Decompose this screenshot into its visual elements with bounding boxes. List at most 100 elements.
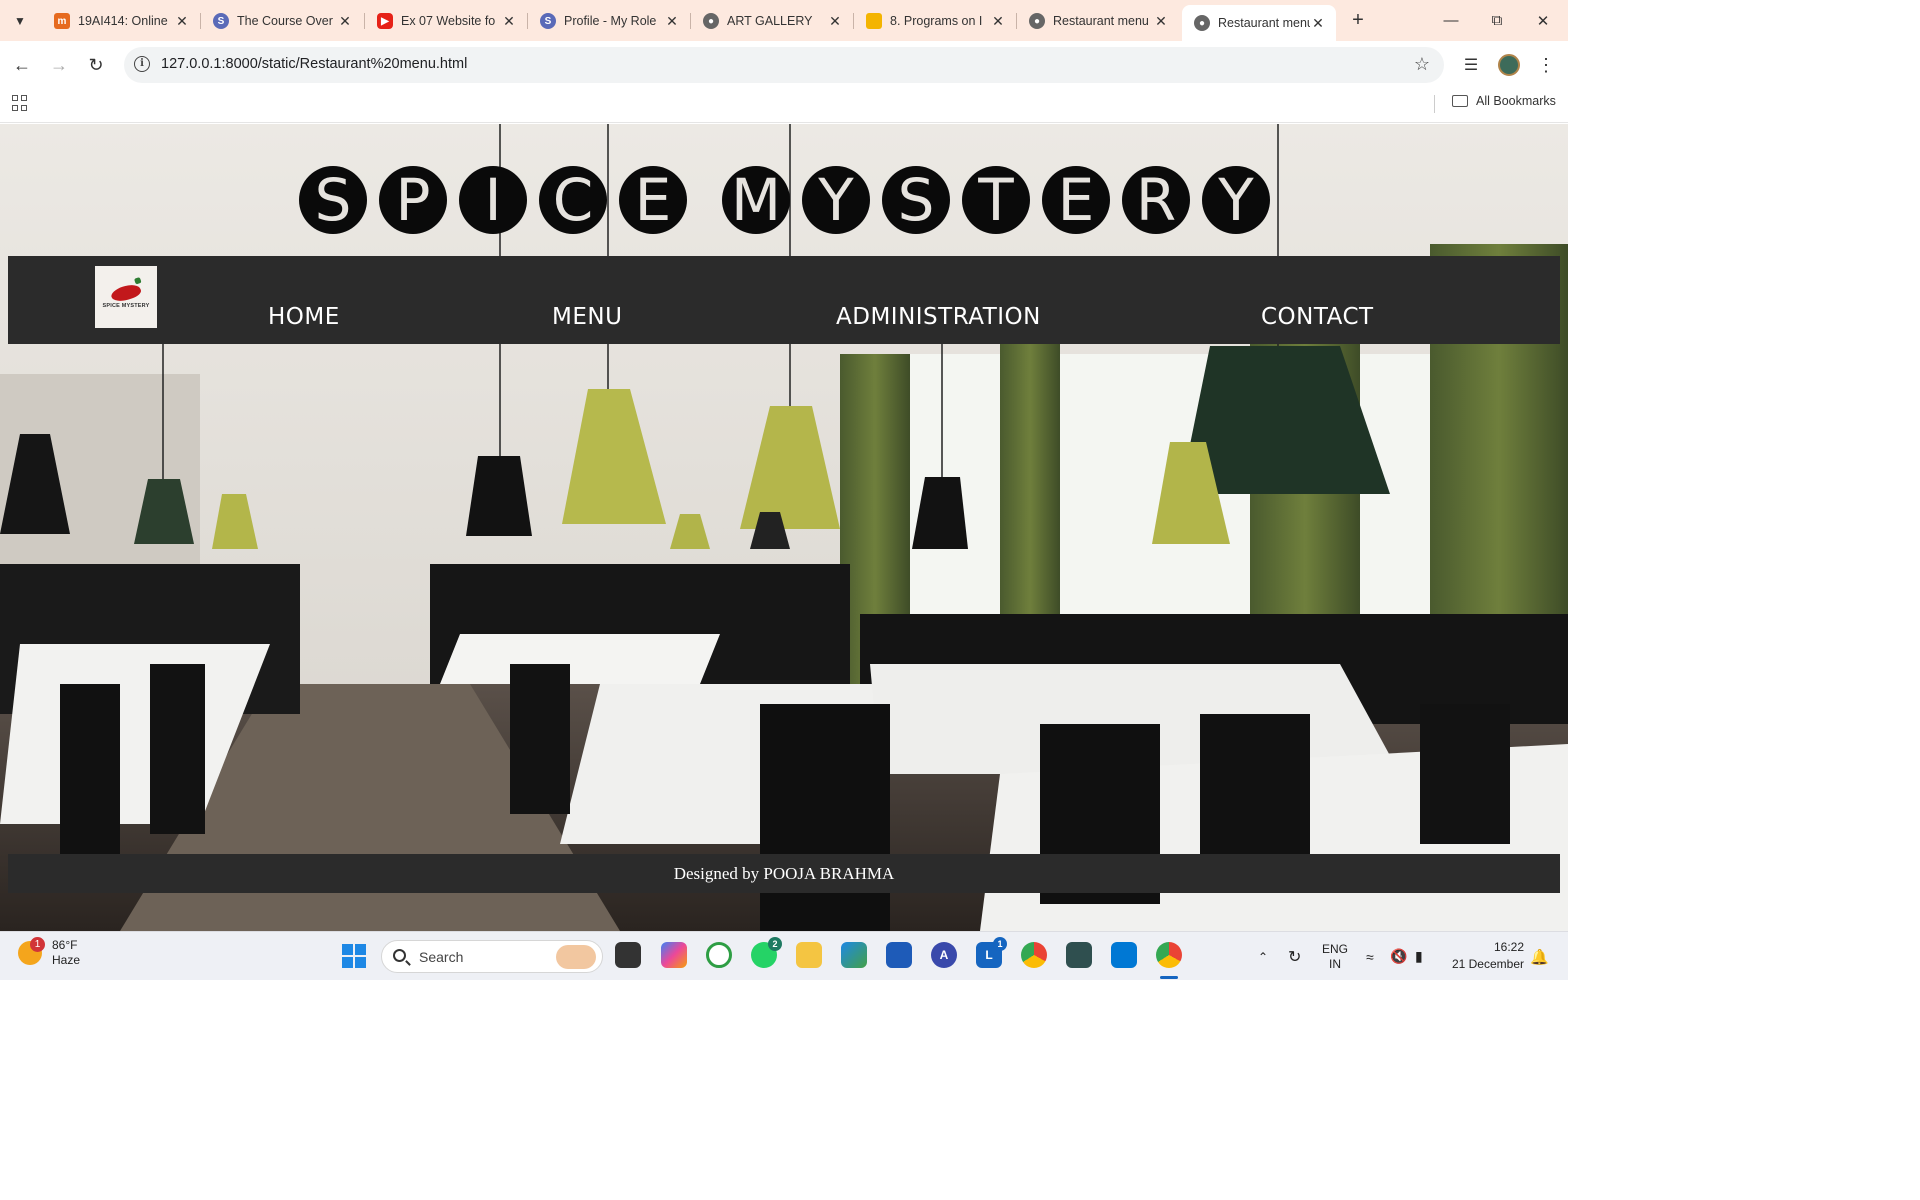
taskbar-search-box[interactable]: Search: [381, 940, 603, 973]
bookmark-star-icon[interactable]: ☆: [1414, 54, 1430, 75]
all-bookmarks-button[interactable]: All Bookmarks: [1452, 94, 1556, 108]
copilot-icon[interactable]: [661, 942, 687, 968]
store-icon[interactable]: [886, 942, 912, 968]
profile-icon: S: [540, 13, 556, 29]
clock-time: 16:22: [1493, 940, 1524, 954]
window-close-button[interactable]: ✕: [1520, 0, 1566, 41]
tab-strip: ▼ m 19AI414: Online ✕ S The Course Over …: [0, 0, 1568, 41]
bookmarks-separator: [1434, 95, 1435, 113]
chrome-icon[interactable]: [1021, 942, 1047, 968]
site-logo[interactable]: SPICE MYSTERY: [95, 266, 157, 328]
weather-widget[interactable]: 1 86°F Haze: [18, 937, 81, 968]
volume-muted-icon[interactable]: 🔇: [1390, 932, 1407, 981]
region-code: IN: [1329, 956, 1341, 971]
whatsapp-badge: 2: [768, 937, 782, 951]
address-bar[interactable]: i 127.0.0.1:8000/static/Restaurant%20men…: [124, 47, 1444, 83]
file-explorer-icon[interactable]: [796, 942, 822, 968]
close-icon[interactable]: ✕: [174, 13, 190, 30]
tab-title: Restaurant menu: [1218, 16, 1310, 30]
nav-contact[interactable]: CONTACT: [1261, 304, 1374, 330]
tab-title: 19AI414: Online: [78, 14, 168, 28]
title-letter: T: [962, 166, 1030, 234]
restore-button[interactable]: ⧉: [1474, 0, 1520, 41]
tab-3[interactable]: ▶ Ex 07 Website fo ✕: [365, 5, 527, 37]
title-letter: C: [539, 166, 607, 234]
close-icon[interactable]: ✕: [501, 13, 517, 30]
title-letter: R: [1122, 166, 1190, 234]
new-tab-button[interactable]: +: [1346, 9, 1370, 33]
vscode-icon[interactable]: [1111, 942, 1137, 968]
back-button[interactable]: ←: [9, 52, 35, 78]
title-letter: P: [379, 166, 447, 234]
tab-6[interactable]: 8. Programs on I ✕: [854, 5, 1016, 37]
calculator-icon[interactable]: [1066, 942, 1092, 968]
taskbar-clock[interactable]: 16:22 21 December: [1450, 939, 1524, 973]
windows-taskbar: 1 86°F Haze Search 2 A L 1 ⌃ ↻ ENG IN ≈ …: [0, 931, 1568, 980]
whatsapp-icon[interactable]: 2: [751, 937, 782, 968]
site-title: S P I C E M Y S T E R Y: [0, 124, 1568, 255]
show-hidden-icons[interactable]: ⌃: [1258, 932, 1268, 981]
chrome-active-icon[interactable]: [1156, 942, 1182, 968]
minimize-button[interactable]: —: [1428, 0, 1474, 41]
tab-1[interactable]: m 19AI414: Online ✕: [42, 5, 200, 37]
nav-home[interactable]: HOME: [268, 304, 340, 330]
wifi-icon[interactable]: ≈: [1366, 932, 1374, 981]
folder-icon: [1452, 95, 1468, 107]
tab-active[interactable]: ● Restaurant menu ✕: [1182, 5, 1336, 41]
sync-app-icon[interactable]: [706, 942, 732, 968]
language-code: ENG: [1322, 941, 1349, 956]
sync-status-icon[interactable]: ↻: [1288, 932, 1301, 981]
tab-title: 8. Programs on I: [890, 14, 983, 28]
forward-button[interactable]: →: [46, 52, 72, 78]
app-a-icon[interactable]: A: [931, 942, 957, 968]
weather-description: Haze: [52, 953, 81, 967]
bookmarks-bar: All Bookmarks: [0, 89, 1568, 123]
tab-title: Restaurant menu: [1053, 14, 1149, 28]
edge-icon[interactable]: [841, 942, 867, 968]
notification-bell-icon[interactable]: 🔔: [1530, 932, 1549, 981]
all-bookmarks-label: All Bookmarks: [1476, 94, 1556, 108]
close-icon[interactable]: ✕: [1153, 13, 1169, 30]
chevron-down-icon: ▼: [14, 14, 26, 28]
search-placeholder: Search: [419, 949, 464, 965]
tab-4[interactable]: S Profile - My Role ✕: [528, 5, 690, 37]
nav-administration[interactable]: ADMINISTRATION: [836, 304, 1041, 330]
lync-icon[interactable]: L 1: [976, 937, 1007, 968]
close-icon[interactable]: ✕: [827, 13, 843, 30]
search-highlight-icon: [556, 945, 596, 969]
language-indicator[interactable]: ENG IN: [1322, 932, 1348, 981]
title-letter: E: [619, 166, 687, 234]
tab-title: Ex 07 Website fo: [401, 14, 496, 28]
title-letter: M: [722, 166, 790, 234]
title-letter: I: [459, 166, 527, 234]
apps-grid-icon[interactable]: [12, 95, 28, 111]
task-view-icon[interactable]: [615, 942, 641, 968]
tab-7[interactable]: ● Restaurant menu ✕: [1017, 5, 1179, 37]
media-control-icon[interactable]: ☰: [1458, 52, 1484, 78]
tab-2[interactable]: S The Course Over ✕: [201, 5, 363, 37]
more-menu-icon[interactable]: ⋮: [1533, 52, 1559, 78]
tab-title: ART GALLERY: [727, 14, 813, 28]
tab-search-button[interactable]: ▼: [8, 9, 32, 33]
site-navbar: SPICE MYSTERY HOME MENU ADMINISTRATION C…: [8, 256, 1560, 344]
browser-toolbar: ← → ↻ i 127.0.0.1:8000/static/Restaurant…: [0, 41, 1568, 89]
nav-menu[interactable]: MENU: [552, 304, 622, 330]
close-icon[interactable]: ✕: [990, 13, 1006, 30]
course-icon: S: [213, 13, 229, 29]
tab-5[interactable]: ● ART GALLERY ✕: [691, 5, 853, 37]
search-icon: [393, 949, 406, 962]
title-letter: S: [882, 166, 950, 234]
tab-title: Profile - My Role: [564, 14, 657, 28]
globe-icon: ●: [703, 13, 719, 29]
title-letter: Y: [802, 166, 870, 234]
reload-button[interactable]: ↻: [83, 52, 109, 78]
site-info-icon[interactable]: i: [134, 56, 150, 72]
start-windows-icon[interactable]: [342, 944, 366, 968]
battery-icon[interactable]: ▮: [1415, 932, 1423, 981]
notification-badge: 1: [30, 937, 45, 952]
close-icon[interactable]: ✕: [337, 13, 353, 30]
close-icon[interactable]: ✕: [664, 13, 680, 30]
profile-avatar[interactable]: [1496, 52, 1522, 78]
url-text[interactable]: 127.0.0.1:8000/static/Restaurant%20menu.…: [161, 56, 467, 72]
close-icon[interactable]: ✕: [1310, 15, 1326, 32]
